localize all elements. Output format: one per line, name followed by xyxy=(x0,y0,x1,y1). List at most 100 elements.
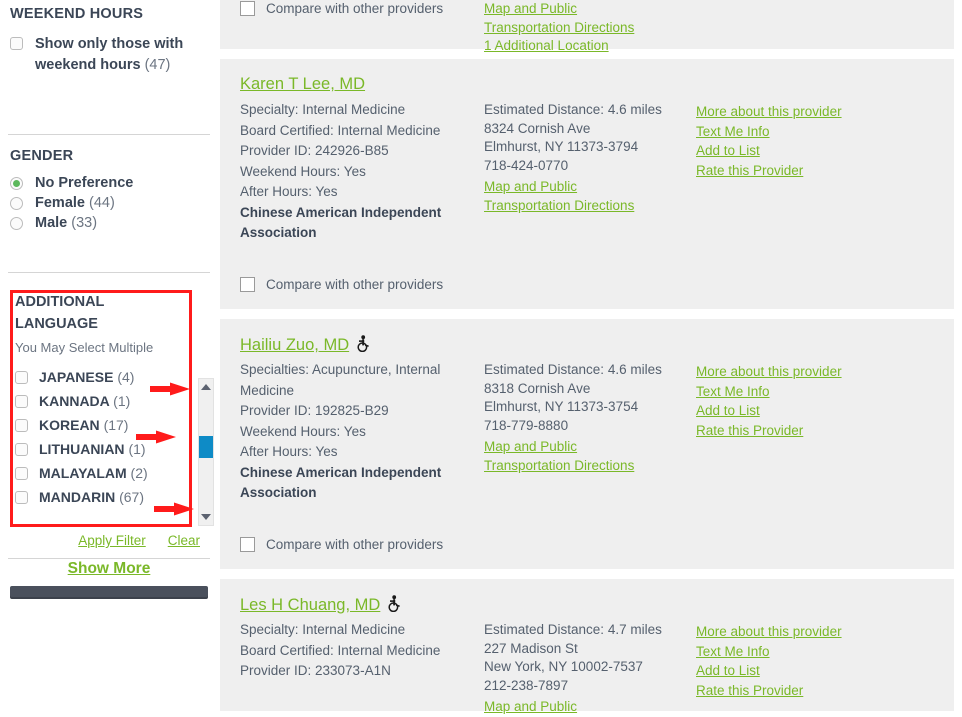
gender-radio-male[interactable] xyxy=(10,217,23,230)
show-more-link[interactable]: Show More xyxy=(68,560,151,577)
gender-count-male: (33) xyxy=(71,215,98,231)
additional-language-filter: ADDITIONAL LANGUAGE You May Select Multi… xyxy=(10,290,192,509)
provider-address-line2: New York, NY 10002-7537 xyxy=(484,659,643,674)
provider-detail-line: Provider ID: 192825-B29 xyxy=(240,403,389,418)
language-label-korean: KOREAN (17) xyxy=(39,417,128,433)
provider-phone: 718-424-0770 xyxy=(484,157,569,173)
transportation-directions-link-partial[interactable]: Transportation Directions xyxy=(484,19,699,38)
gender-radio-no-preference[interactable] xyxy=(10,177,23,190)
add-to-list-link[interactable]: Add to List xyxy=(696,141,936,161)
gender-label-female-text: Female xyxy=(35,195,85,211)
provider-detail-line: Medicine xyxy=(240,382,295,398)
additional-language-subtitle: You May Select Multiple xyxy=(15,340,154,355)
language-checkbox-japanese[interactable] xyxy=(15,370,28,384)
text-me-info-link[interactable]: Text Me Info xyxy=(696,642,936,662)
gender-label-female: Female (44) xyxy=(35,194,115,213)
compare-checkbox-partial[interactable] xyxy=(240,1,255,16)
gender-option-male[interactable]: Male (33) xyxy=(10,214,210,233)
compare-row-partial[interactable]: Compare with other providers xyxy=(240,1,443,16)
language-checkbox-kannada[interactable] xyxy=(15,394,28,408)
compare-row[interactable]: Compare with other providers xyxy=(240,537,443,552)
compare-checkbox[interactable] xyxy=(240,277,255,292)
more-about-provider-link[interactable]: More about this provider xyxy=(696,362,936,382)
weekend-hours-title: WEEKEND HOURS xyxy=(10,6,144,22)
gender-option-female[interactable]: Female (44) xyxy=(10,194,210,213)
language-checkbox-malayalam[interactable] xyxy=(15,466,28,480)
compare-checkbox[interactable] xyxy=(240,537,255,552)
provider-name-link[interactable]: Les H Chuang, MD xyxy=(240,595,401,615)
language-option-malayalam[interactable]: MALAYALAM (2) xyxy=(15,461,192,485)
page-root: WEEKEND HOURS Show only those with weeke… xyxy=(0,0,962,714)
provider-detail-line: Weekend Hours: Yes xyxy=(240,163,366,179)
annotation-arrow-mandarin-icon xyxy=(154,502,194,516)
language-checkbox-mandarin[interactable] xyxy=(15,490,28,504)
more-about-provider-link[interactable]: More about this provider xyxy=(696,102,936,122)
rate-this-provider-link[interactable]: Rate this Provider xyxy=(696,421,936,441)
transportation-directions-link[interactable]: Transportation Directions xyxy=(484,457,699,476)
scrollbar-thumb[interactable] xyxy=(199,436,213,458)
estimated-distance-label: Estimated Distance: xyxy=(484,362,605,377)
text-me-info-link[interactable]: Text Me Info xyxy=(696,382,936,402)
provider-results-list: Map and Public Transportation Directions… xyxy=(218,0,962,714)
more-about-provider-link[interactable]: More about this provider xyxy=(696,622,936,642)
rate-this-provider-link[interactable]: Rate this Provider xyxy=(696,161,936,181)
scroll-down-arrow-icon[interactable] xyxy=(201,514,211,520)
estimated-distance-line: Estimated Distance: 4.6 miles xyxy=(484,101,699,120)
map-and-public-link[interactable]: Map and Public xyxy=(484,698,699,717)
additional-location-link-partial[interactable]: 1 Additional Location xyxy=(484,37,699,56)
estimated-distance-value: 4.7 miles xyxy=(607,622,662,637)
provider-detail-line: Specialty: Internal Medicine xyxy=(240,102,406,117)
compare-row[interactable]: Compare with other providers xyxy=(240,277,443,292)
provider-name-text: Karen T Lee, MD xyxy=(240,75,366,93)
gender-option-no-preference[interactable]: No Preference xyxy=(10,174,210,193)
language-label-kannada-text: KANNADA xyxy=(39,393,110,409)
map-and-public-link[interactable]: Map and Public xyxy=(484,178,699,197)
apply-filter-link[interactable]: Apply Filter xyxy=(78,533,146,548)
scroll-up-arrow-icon[interactable] xyxy=(201,384,211,390)
text-me-info-link[interactable]: Text Me Info xyxy=(696,122,936,142)
language-label-japanese-text: JAPANESE xyxy=(39,369,114,385)
map-and-public-link[interactable]: Map and Public xyxy=(484,438,699,457)
provider-name-link[interactable]: Karen T Lee, MD xyxy=(240,75,365,94)
language-list-scrollbar[interactable] xyxy=(198,378,214,526)
weekend-hours-option[interactable]: Show only those with weekend hours (47) xyxy=(10,34,210,76)
gender-label-no-preference-text: No Preference xyxy=(35,175,134,191)
language-label-lithuanian: LITHUANIAN (1) xyxy=(39,441,146,457)
provider-address-line1: 227 Madison St xyxy=(484,640,578,656)
show-more-wrapper: Show More xyxy=(0,560,218,578)
provider-detail-line: Provider ID: 242926-B85 xyxy=(240,143,389,158)
provider-phone: 718-779-8880 xyxy=(484,417,569,433)
provider-name-link[interactable]: Hailiu Zuo, MD xyxy=(240,335,370,355)
weekend-hours-checkbox[interactable] xyxy=(10,37,23,50)
language-count-mandarin: (67) xyxy=(119,489,145,505)
gender-count-female: (44) xyxy=(89,195,115,211)
rate-this-provider-link[interactable]: Rate this Provider xyxy=(696,681,936,701)
weekend-hours-label: Show only those with weekend hours (47) xyxy=(35,34,185,76)
provider-detail-line: Provider ID: 233073-A1N xyxy=(240,663,391,678)
provider-address-line2: Elmhurst, NY 11373-3754 xyxy=(484,399,639,414)
provider-actions-column: More about this provider Text Me Info Ad… xyxy=(696,622,936,700)
provider-card-partial: Map and Public Transportation Directions… xyxy=(220,0,954,53)
gender-filter: GENDER No Preference Female (44) Male (3… xyxy=(10,148,210,234)
provider-detail-line: After Hours: Yes xyxy=(240,184,338,199)
clear-filter-link[interactable]: Clear xyxy=(168,533,200,548)
provider-address-line1: 8318 Cornish Ave xyxy=(484,380,591,396)
transportation-directions-link[interactable]: Transportation Directions xyxy=(484,197,699,216)
gender-title: GENDER xyxy=(10,148,74,164)
language-checkbox-lithuanian[interactable] xyxy=(15,442,28,456)
provider-details-column: Specialty: Internal Medicine Board Certi… xyxy=(240,620,488,682)
gender-label-male-text: Male xyxy=(35,215,68,231)
language-checkbox-korean[interactable] xyxy=(15,418,28,432)
add-to-list-link[interactable]: Add to List xyxy=(696,401,936,421)
annotation-arrow-japanese-icon xyxy=(150,382,190,396)
estimated-distance-line: Estimated Distance: 4.6 miles xyxy=(484,361,699,380)
provider-address-line1: 8324 Cornish Ave xyxy=(484,120,591,136)
language-label-mandarin: MANDARIN (67) xyxy=(39,489,144,505)
language-filter-actions: Apply Filter Clear xyxy=(10,533,210,548)
gender-radio-female[interactable] xyxy=(10,197,23,210)
add-to-list-link[interactable]: Add to List xyxy=(696,661,936,681)
map-and-public-link-partial-line1[interactable]: Map and Public xyxy=(484,0,699,19)
provider-actions-column: More about this provider Text Me Info Ad… xyxy=(696,362,936,440)
language-label-malayalam-text: MALAYALAM xyxy=(39,465,127,481)
provider-detail-line: Weekend Hours: Yes xyxy=(240,423,366,439)
